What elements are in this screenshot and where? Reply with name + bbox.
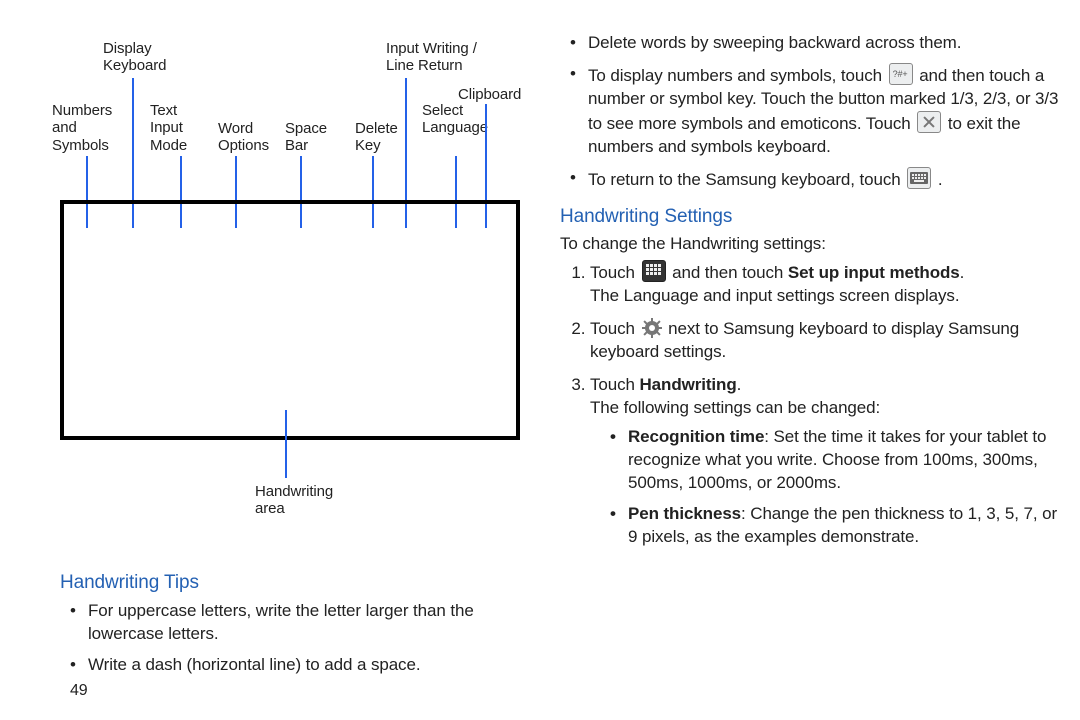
label-space-bar: Space Bar <box>285 120 327 155</box>
right-column: Delete words by sweeping backward across… <box>560 30 1070 559</box>
pointer-line <box>285 410 287 478</box>
label-numbers-symbols: Numbers and Symbols <box>52 102 112 154</box>
step-note: The Language and input settings screen d… <box>590 285 1070 308</box>
text-fragment: . <box>938 170 943 189</box>
apps-grid-icon <box>642 260 666 282</box>
label-display-keyboard: Display Keyboard <box>103 40 166 75</box>
label-delete-key: Delete Key <box>355 120 398 155</box>
keyboard-icon <box>907 167 931 189</box>
list-item: Write a dash (horizontal line) to add a … <box>84 654 550 677</box>
close-keyboard-icon <box>917 111 941 133</box>
steps-list: Touch and then touch Set up input method… <box>560 260 1070 548</box>
label-clipboard: Clipboard <box>458 86 521 103</box>
label-text-input-mode: Text Input Mode <box>150 102 187 154</box>
text-fragment: . <box>960 263 965 282</box>
text-fragment: and then touch <box>672 263 788 282</box>
bold-text: Set up input methods <box>788 263 960 282</box>
handwriting-box <box>60 200 520 440</box>
bold-text: Pen thickness <box>628 504 741 523</box>
text-fragment: Touch <box>590 319 640 338</box>
list-item: Pen thickness: Change the pen thickness … <box>624 503 1070 549</box>
text-fragment: To return to the Samsung keyboard, touch <box>588 170 905 189</box>
list-item: Delete words by sweeping backward across… <box>584 32 1070 55</box>
list-item: Recognition time: Set the time it takes … <box>624 426 1070 495</box>
page: Display Keyboard Input Writing / Line Re… <box>0 0 1080 720</box>
handwriting-tips-heading: Handwriting Tips <box>60 570 550 596</box>
page-number: 49 <box>70 680 88 702</box>
list-item: To display numbers and symbols, touch an… <box>584 63 1070 159</box>
step-item: Touch and then touch Set up input method… <box>590 260 1070 308</box>
intro-text: To change the Handwriting settings: <box>560 233 1070 256</box>
right-top-list: Delete words by sweeping backward across… <box>560 32 1070 192</box>
left-column: Display Keyboard Input Writing / Line Re… <box>60 30 550 540</box>
step-note: The following settings can be changed: <box>590 397 1070 420</box>
bold-text: Handwriting <box>640 375 737 394</box>
label-input-writing: Input Writing / Line Return <box>386 40 477 75</box>
settings-sublist: Recognition time: Set the time it takes … <box>604 426 1070 549</box>
text-fragment: Touch <box>590 375 640 394</box>
step-item: Touch next to Samsung keyboard to displa… <box>590 318 1070 364</box>
text-fragment: To display numbers and symbols, touch <box>588 66 887 85</box>
text-fragment: Touch <box>590 263 640 282</box>
text-fragment: . <box>737 375 742 394</box>
handwriting-tips-section: Handwriting Tips For uppercase letters, … <box>60 560 550 684</box>
handwriting-settings-heading: Handwriting Settings <box>560 204 1070 230</box>
bold-text: Recognition time <box>628 427 764 446</box>
list-item: For uppercase letters, write the letter … <box>84 600 550 646</box>
step-item: Touch Handwriting. The following setting… <box>590 374 1070 549</box>
label-word-options: Word Options <box>218 120 269 155</box>
label-select-language: Select Language <box>422 102 488 137</box>
gear-icon <box>642 318 662 338</box>
symbols-numbers-key-icon <box>889 63 913 85</box>
tips-list: For uppercase letters, write the letter … <box>60 600 550 677</box>
label-handwriting-area: Handwriting area <box>255 483 333 518</box>
list-item: To return to the Samsung keyboard, touch… <box>584 167 1070 192</box>
keyboard-diagram: Display Keyboard Input Writing / Line Re… <box>60 40 535 540</box>
